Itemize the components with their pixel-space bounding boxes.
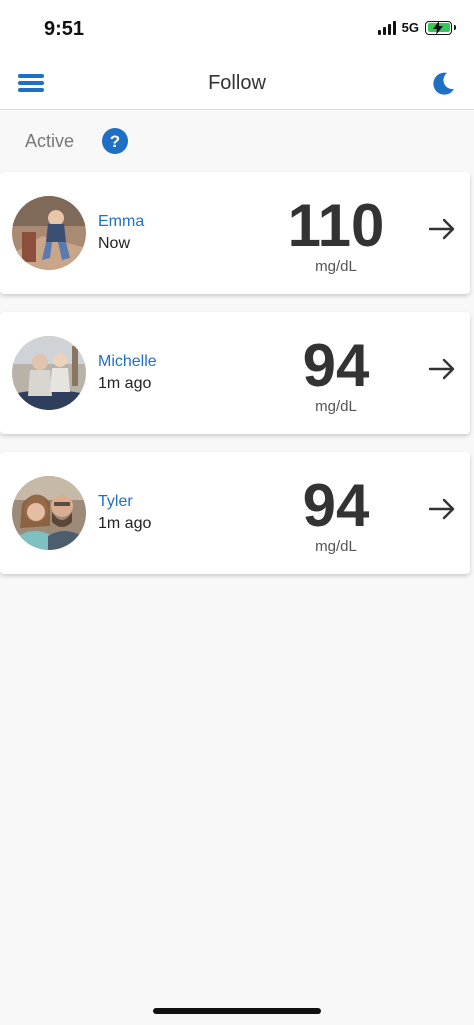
reading-time: 1m ago xyxy=(98,375,152,392)
reading-time: 1m ago xyxy=(98,515,152,532)
glucose-unit: mg/dL xyxy=(315,398,357,415)
glucose-value: 94 xyxy=(302,332,370,399)
question-circle-icon[interactable]: ? xyxy=(102,128,129,154)
page-title: Follow xyxy=(208,72,266,94)
nav-bar: Follow xyxy=(0,58,474,110)
avatar xyxy=(12,196,86,270)
follower-name: Tyler xyxy=(98,493,133,510)
glucose-unit: mg/dL xyxy=(315,538,357,555)
follower-name: Michelle xyxy=(98,353,157,370)
follower-card-tyler[interactable]: Tyler 1m ago 94 mg/dL xyxy=(0,452,470,574)
glucose-value: 94 xyxy=(302,472,370,539)
glucose-value: 110 xyxy=(287,192,385,259)
arrow-right-icon[interactable] xyxy=(428,358,456,380)
battery-icon xyxy=(425,20,456,35)
arrow-right-icon[interactable] xyxy=(428,218,456,240)
home-indicator[interactable] xyxy=(153,1008,321,1014)
glucose-unit: mg/dL xyxy=(315,258,357,275)
follower-card-emma[interactable]: Emma Now 110 mg/dL xyxy=(0,172,470,294)
svg-text:?: ? xyxy=(110,132,120,151)
follower-card-michelle[interactable]: Michelle 1m ago 94 mg/dL xyxy=(0,312,470,434)
signal-icon xyxy=(377,20,396,35)
follower-name: Emma xyxy=(98,213,145,230)
charging-bolt-icon xyxy=(433,20,443,35)
arrow-right-icon[interactable] xyxy=(428,498,456,520)
moon-icon[interactable] xyxy=(430,70,456,96)
section-header: Active ? xyxy=(25,128,129,154)
network-label: 5G xyxy=(401,20,419,35)
status-bar: 9:51 5G xyxy=(0,0,474,58)
glucose-reading: 94 mg/dL xyxy=(266,472,406,555)
glucose-reading: 110 mg/dL xyxy=(266,192,406,275)
avatar xyxy=(12,336,86,410)
glucose-reading: 94 mg/dL xyxy=(266,332,406,415)
status-icons: 5G xyxy=(377,20,456,35)
section-label: Active xyxy=(25,130,75,151)
status-time: 9:51 xyxy=(44,18,85,40)
avatar xyxy=(12,476,86,550)
reading-time: Now xyxy=(98,235,131,252)
